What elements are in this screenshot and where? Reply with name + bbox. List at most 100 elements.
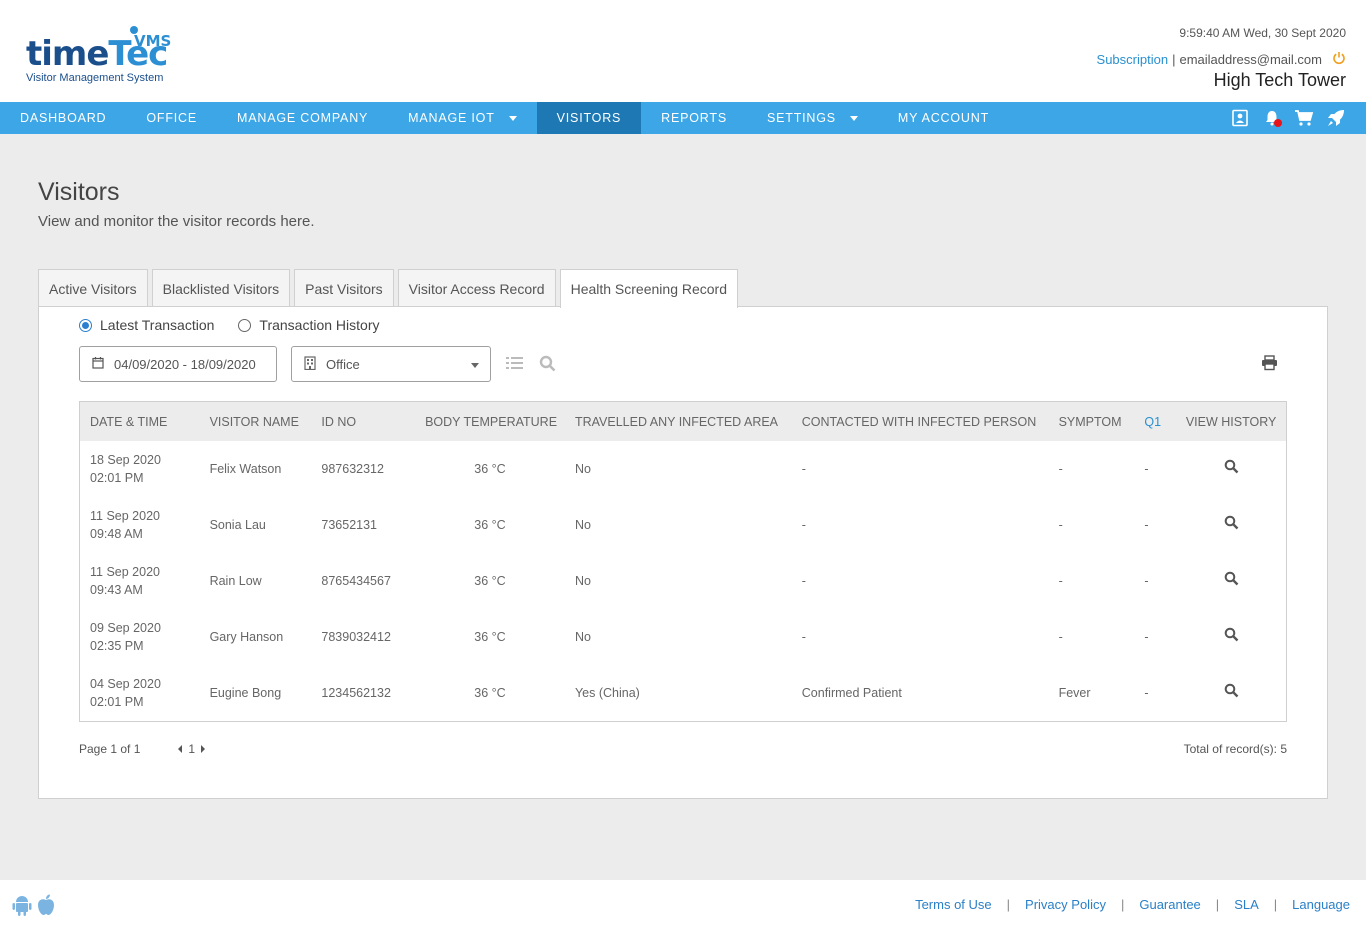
apple-icon[interactable]: [36, 894, 56, 921]
column-header-travelled[interactable]: TRAVELLED ANY INFECTED AREA: [565, 402, 792, 441]
page-title: Visitors: [38, 178, 120, 206]
cell-contacted: Confirmed Patient: [801, 686, 902, 700]
column-header-q1[interactable]: Q1: [1134, 402, 1176, 441]
view-history-search-icon[interactable]: [1224, 515, 1239, 533]
search-icon[interactable]: [539, 355, 556, 377]
radio-transaction-history[interactable]: Transaction History: [238, 317, 379, 333]
guarantee-link[interactable]: Guarantee: [1139, 897, 1200, 912]
radio-button[interactable]: [238, 318, 252, 332]
cell-contacted: -: [801, 630, 806, 644]
nav-manage-iot[interactable]: MANAGE IOT: [388, 102, 536, 134]
privacy-policy-link[interactable]: Privacy Policy: [1025, 897, 1106, 912]
chevron-down-icon: [849, 115, 858, 121]
print-icon[interactable]: [1261, 355, 1278, 376]
column-header-id-no[interactable]: ID NO: [311, 402, 415, 441]
previous-page-icon[interactable]: [178, 745, 183, 753]
nav-visitors[interactable]: VISITORS: [536, 102, 642, 134]
cell-symptom: -: [1058, 574, 1063, 588]
cell-temperature: 36 °C: [474, 630, 506, 644]
cell-id-no: 73652131: [321, 518, 378, 532]
nav-label: MY ACCOUNT: [897, 111, 990, 125]
page-nav: 1: [178, 742, 206, 756]
cell-view-history: [1176, 553, 1286, 609]
nav-my-account[interactable]: MY ACCOUNT: [878, 102, 1009, 134]
logo-badge: VMS: [134, 32, 172, 50]
nav-label: MANAGE COMPANY: [237, 111, 369, 125]
tab-blacklisted-visitors[interactable]: Blacklisted Visitors: [151, 269, 291, 307]
user-email: emailaddress@mail.com: [1179, 52, 1322, 67]
cart-icon[interactable]: [1294, 108, 1314, 128]
sla-link[interactable]: SLA: [1234, 897, 1259, 912]
column-header-datetime[interactable]: DATE & TIME: [80, 402, 200, 441]
table-row: 11 Sep 2020 09:48 AM Sonia Lau 73652131 3…: [80, 497, 1286, 553]
power-icon[interactable]: [1332, 51, 1346, 68]
language-link[interactable]: Language: [1292, 897, 1350, 912]
cell-q1: -: [1144, 574, 1149, 588]
cell-time: 02:01 PM: [90, 695, 144, 709]
current-page[interactable]: 1: [188, 742, 195, 756]
column-header-symptom[interactable]: SYMPTOM: [1049, 402, 1135, 441]
table-row: 04 Sep 2020 02:01 PM Eugine Bong 12345621…: [80, 665, 1286, 721]
nav-reports[interactable]: REPORTS: [641, 102, 747, 134]
cell-visitor-name: Gary Hanson: [209, 630, 284, 644]
view-history-search-icon[interactable]: [1224, 683, 1239, 701]
page-subtitle: View and monitor the visitor records her…: [38, 213, 315, 230]
view-history-search-icon[interactable]: [1224, 459, 1239, 477]
timetec-vms-logo[interactable]: timeTec VMS Visitor Management System: [26, 26, 186, 88]
nav-dashboard[interactable]: DASHBOARD: [0, 102, 126, 134]
cell-symptom: Fever: [1058, 686, 1091, 700]
cell-temperature: 36 °C: [474, 574, 506, 588]
list-view-icon[interactable]: [506, 356, 523, 375]
contact-card-icon[interactable]: [1230, 108, 1250, 128]
rocket-icon[interactable]: [1326, 108, 1346, 128]
transaction-mode: Latest Transaction Transaction History: [79, 317, 379, 333]
cell-q1: -: [1144, 630, 1149, 644]
tab-active-visitors[interactable]: Active Visitors: [38, 269, 148, 307]
table-row: 09 Sep 2020 02:35 PM Gary Hanson 78390324…: [80, 609, 1286, 665]
cell-datetime: 04 Sep 2020 02:01 PM: [80, 665, 200, 721]
radio-latest-transaction[interactable]: Latest Transaction: [79, 317, 214, 333]
nav-settings[interactable]: SETTINGS: [747, 102, 878, 134]
column-header-body-temperature[interactable]: BODY TEMPERATURE: [415, 402, 565, 441]
footer-separator: |: [1273, 897, 1278, 912]
cell-travelled: No: [574, 462, 591, 476]
view-history-search-icon[interactable]: [1224, 627, 1239, 645]
cell-date: 04 Sep 2020: [90, 677, 161, 691]
cell-time: 02:01 PM: [90, 471, 144, 485]
cell-id-no: 1234562132: [321, 686, 391, 700]
date-range-picker[interactable]: 04/09/2020 - 18/09/2020: [79, 346, 277, 382]
nav-label: SETTINGS: [766, 111, 836, 125]
nav-office[interactable]: OFFICE: [126, 102, 217, 134]
total-records: Total of record(s): 5: [1183, 742, 1287, 756]
table-header-row: DATE & TIME VISITOR NAME ID NO BODY TEMP…: [80, 402, 1286, 441]
main-nav: DASHBOARD OFFICE MANAGE COMPANY MANAGE I…: [0, 102, 1366, 134]
app-header: timeTec VMS Visitor Management System 9:…: [0, 0, 1366, 102]
chevron-down-icon: [508, 115, 517, 121]
cell-date: 11 Sep 2020: [90, 565, 160, 579]
office-select[interactable]: Office: [291, 346, 491, 382]
column-header-contacted[interactable]: CONTACTED WITH INFECTED PERSON: [792, 402, 1049, 441]
android-icon[interactable]: [12, 894, 32, 921]
account-info: 9:59:40 AM Wed, 30 Sept 2020 Subscriptio…: [1097, 26, 1346, 91]
nav-manage-company[interactable]: MANAGE COMPANY: [217, 102, 388, 134]
notification-bell-icon[interactable]: [1262, 108, 1282, 128]
nav-icon-group: [1230, 102, 1346, 134]
account-row: Subscription | emailaddress@mail.com: [1097, 51, 1346, 68]
cell-time: 09:48 AM: [90, 527, 143, 541]
cell-view-history: [1176, 441, 1286, 497]
cell-symptom: -: [1058, 462, 1063, 476]
next-page-icon[interactable]: [201, 745, 206, 753]
column-header-visitor-name[interactable]: VISITOR NAME: [200, 402, 312, 441]
tab-visitor-access-record[interactable]: Visitor Access Record: [397, 269, 556, 307]
cell-view-history: [1176, 609, 1286, 665]
cell-time: 09:43 AM: [90, 583, 143, 597]
tab-health-screening-record[interactable]: Health Screening Record: [559, 269, 738, 308]
radio-button-selected[interactable]: [79, 318, 92, 332]
cell-id-no: 987632312: [321, 462, 384, 476]
view-history-search-icon[interactable]: [1224, 571, 1239, 589]
cell-travelled: No: [574, 630, 591, 644]
subscription-link[interactable]: Subscription: [1097, 52, 1169, 67]
tab-past-visitors[interactable]: Past Visitors: [294, 269, 394, 307]
terms-of-use-link[interactable]: Terms of Use: [915, 897, 992, 912]
nav-label: OFFICE: [146, 111, 198, 125]
